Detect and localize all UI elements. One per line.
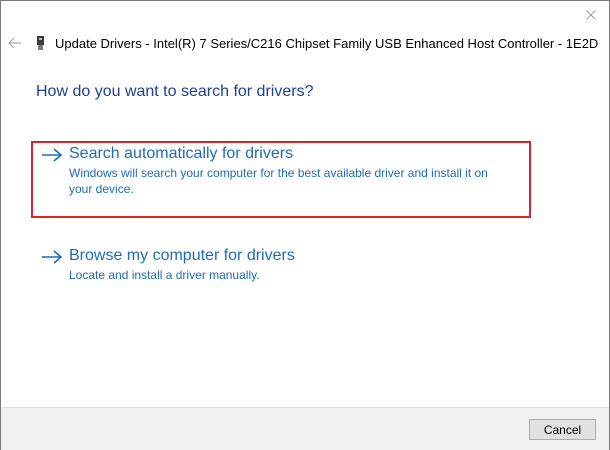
arrow-right-icon — [42, 148, 63, 162]
cancel-button[interactable]: Cancel — [529, 419, 596, 440]
close-button[interactable] — [581, 5, 601, 25]
dialog-footer: Cancel — [1, 407, 609, 450]
header-row: Update Drivers - Intel(R) 7 Series/C216 … — [1, 31, 609, 55]
page-heading: How do you want to search for drivers? — [36, 83, 314, 100]
update-drivers-dialog: Update Drivers - Intel(R) 7 Series/C216 … — [0, 0, 610, 450]
title-bar — [1, 1, 609, 31]
option-title: Search automatically for drivers — [69, 145, 294, 162]
usb-device-icon — [37, 36, 44, 50]
option-description: Locate and install a driver manually. — [69, 268, 260, 282]
option-title: Browse my computer for drivers — [69, 247, 295, 264]
option-description: Windows will search your computer for th… — [69, 166, 488, 196]
window-title: Update Drivers - Intel(R) 7 Series/C216 … — [55, 36, 599, 51]
arrow-right-icon — [42, 250, 63, 264]
back-arrow-icon — [8, 37, 21, 49]
close-icon — [586, 10, 596, 20]
back-button[interactable] — [5, 33, 25, 53]
